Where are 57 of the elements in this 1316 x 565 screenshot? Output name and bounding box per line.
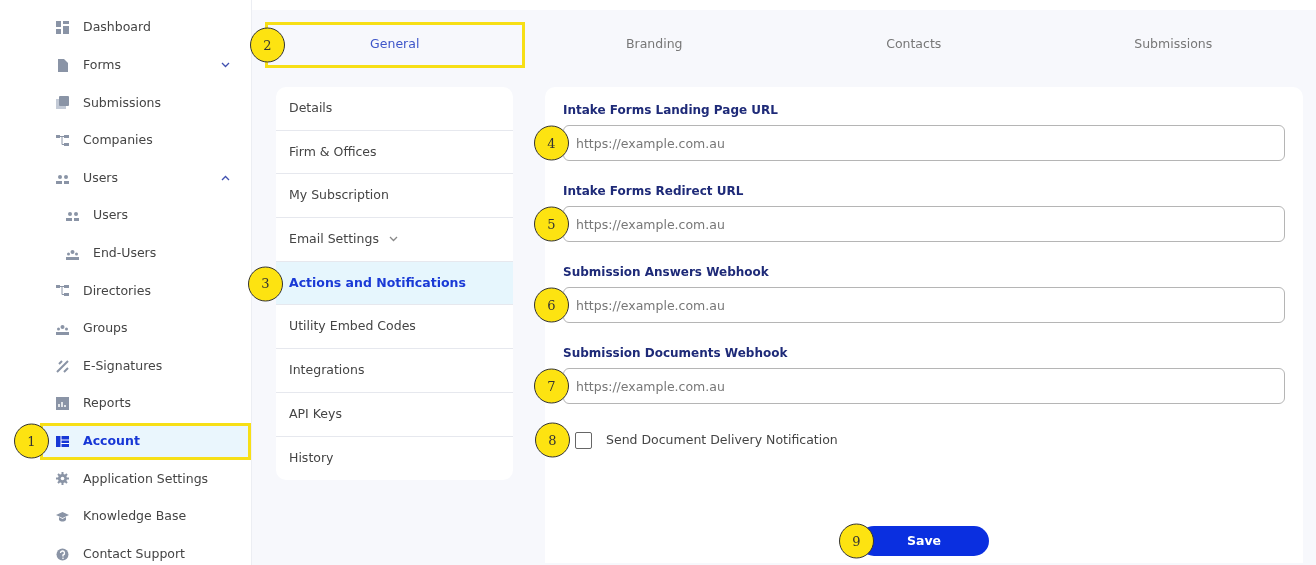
- step-callout-tooltip: 7: [534, 368, 569, 404]
- field-label: Intake Forms Landing Page URL: [563, 102, 779, 119]
- hierarchy-icon: [56, 284, 69, 298]
- sidebar-item[interactable]: Companies: [40, 121, 251, 160]
- sidebar-item[interactable]: Submissions: [40, 84, 251, 122]
- chevron-up-icon: [221, 175, 230, 182]
- field-label: Submission Answers Webhook: [563, 264, 770, 281]
- tab[interactable]: Contacts: [784, 22, 1044, 68]
- sidebar-item[interactable]: Directories: [40, 272, 251, 310]
- menu-item[interactable]: Actions and Notifications: [276, 261, 513, 306]
- graduation-cap-icon: [56, 510, 69, 523]
- step-callout-tooltip: 9: [839, 523, 874, 559]
- field-label: Intake Forms Redirect URL: [563, 183, 745, 200]
- step-callout-tooltip: 8: [535, 422, 570, 458]
- sidebar-subitem[interactable]: Users: [40, 196, 251, 235]
- dashboard-icon: [56, 21, 69, 35]
- checkbox-label: Send Document Delivery Notification: [606, 431, 838, 449]
- menu-item[interactable]: API Keys: [276, 392, 513, 437]
- menu-item[interactable]: Integrations: [276, 349, 513, 393]
- step-callout-tooltip: 4: [534, 125, 569, 161]
- document-icon: [56, 58, 69, 72]
- sidebar-item[interactable]: Forms: [40, 46, 251, 85]
- people-icon: [56, 322, 69, 336]
- chevron-down-icon: [388, 236, 398, 243]
- sidebar-item[interactable]: E-Signatures: [40, 347, 251, 385]
- tab[interactable]: Submissions: [1043, 22, 1303, 68]
- sidebar-subitem[interactable]: End-Users: [40, 234, 251, 273]
- sidebar-item[interactable]: Dashboard: [40, 9, 251, 47]
- step-callout-tooltip: 2: [250, 27, 285, 63]
- settings-icon: [56, 472, 69, 486]
- hierarchy-icon: [56, 134, 69, 148]
- menu-item[interactable]: History: [276, 436, 513, 481]
- sidebar-item[interactable]: Contact Support: [40, 535, 251, 565]
- input-field[interactable]: https://example.com.au: [563, 206, 1285, 242]
- menu-item[interactable]: Details: [276, 87, 513, 131]
- sidebar-item[interactable]: Users: [40, 159, 251, 197]
- sidebar-item[interactable]: Reports: [40, 384, 251, 423]
- chart-icon: [56, 397, 69, 411]
- step-callout-tooltip: 6: [534, 287, 569, 323]
- checkbox[interactable]: [575, 431, 592, 449]
- menu-item[interactable]: Utility Embed Codes: [276, 305, 513, 350]
- input-field[interactable]: https://example.com.au: [563, 368, 1285, 404]
- people-icon: [66, 209, 79, 223]
- sidebar-item[interactable]: Application Settings: [40, 460, 251, 498]
- menu-item[interactable]: My Subscription: [276, 174, 513, 219]
- step-callout-tooltip: 5: [534, 206, 569, 242]
- sidebar-item[interactable]: Groups: [40, 309, 251, 348]
- help-icon: [56, 547, 69, 561]
- input-field[interactable]: https://example.com.au: [563, 287, 1285, 323]
- input-field[interactable]: https://example.com.au: [563, 125, 1285, 161]
- sidebar-item[interactable]: Account: [40, 422, 251, 461]
- menu-item[interactable]: Firm & Offices: [276, 130, 513, 175]
- chevron-down-icon: [221, 62, 230, 69]
- menu-item[interactable]: Email Settings: [276, 218, 513, 262]
- sidebar-item[interactable]: Knowledge Base: [40, 497, 251, 536]
- tab[interactable]: Branding: [524, 22, 784, 68]
- field-label: Submission Documents Webhook: [563, 345, 789, 362]
